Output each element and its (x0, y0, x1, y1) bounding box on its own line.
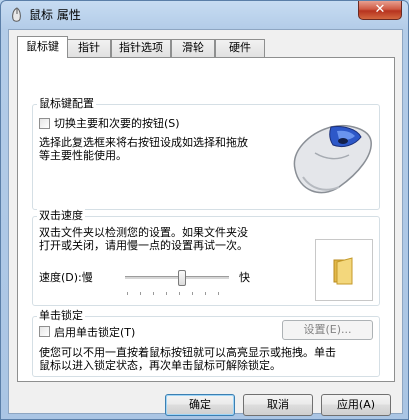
button-configuration-group: 鼠标键配置 切换主要和次要的按钮(S) 选择此复选框来将右按钮设成如选择和拖放 … (32, 97, 380, 210)
click-lock-description-line2: 鼠标以进入锁定状态，再次单击鼠标可解除锁定。 (39, 359, 281, 372)
switch-buttons-description-line2: 等主要性能使用。 (39, 149, 127, 162)
speed-slow-label: 速度(D):慢 (39, 271, 93, 284)
window-title: 鼠标 属性 (29, 8, 81, 22)
slider-tick (153, 292, 154, 295)
slider-tick (218, 292, 219, 295)
slider-tick (192, 292, 193, 295)
click-lock-group: 单击锁定 启用单击锁定(T) 设置(E)... 使您可以不用一直按着鼠标按钮就可… (32, 309, 380, 377)
switch-buttons-checkbox[interactable] (39, 118, 50, 129)
tab-label: 硬件 (229, 41, 251, 54)
speed-fast-label: 快 (239, 271, 250, 284)
tab-pointer-options[interactable]: 指针选项 (111, 39, 171, 57)
slider-tick (179, 292, 180, 295)
folder-icon (333, 257, 353, 285)
group-title: 双击速度 (37, 209, 85, 223)
button-label: 设置(E)... (303, 323, 352, 336)
title-bar[interactable]: 鼠标 属性 ✕ (1, 1, 408, 29)
group-title: 鼠标键配置 (37, 97, 96, 111)
double-click-test-area[interactable] (315, 239, 373, 301)
dialog-body: 鼠标键 指针 指针选项 滑轮 硬件 鼠标键配置 切换主要和次要的按钮(S) 选择… (8, 29, 403, 416)
tab-wheel[interactable]: 滑轮 (171, 39, 215, 57)
speed-slider-thumb[interactable] (178, 270, 187, 286)
slider-tick (140, 292, 141, 295)
click-lock-description-line1: 使您可以不用一直按着鼠标按钮就可以高亮显示或拖拽。单击 (39, 346, 336, 359)
mouse-properties-window: 鼠标 属性 ✕ 鼠标键 指针 指针选项 滑轮 硬件 鼠标键配置 切换主要和次要的… (0, 0, 409, 420)
close-button[interactable]: ✕ (358, 1, 402, 20)
switch-buttons-description-line1: 选择此复选框来将右按钮设成如选择和拖放 (39, 136, 248, 149)
button-label: 取消 (267, 398, 289, 411)
double-click-speed-group: 双击速度 双击文件夹以检测您的设置。如果文件夹没 打开或关闭，请用慢一点的设置再… (32, 209, 380, 306)
mouse-image (293, 125, 372, 194)
switch-buttons-label[interactable]: 切换主要和次要的按钮(S) (54, 117, 180, 130)
tab-buttons[interactable]: 鼠标键 (17, 36, 68, 58)
slider-tick (127, 292, 128, 295)
slider-tick (205, 292, 206, 295)
tab-panel-buttons: 鼠标键配置 切换主要和次要的按钮(S) 选择此复选框来将右按钮设成如选择和拖放 … (17, 57, 395, 382)
double-click-description-line2: 打开或关闭，请用慢一点的设置再试一次。 (39, 239, 248, 252)
close-icon: ✕ (374, 2, 386, 17)
mouse-icon (12, 7, 21, 22)
tab-label: 指针选项 (119, 41, 163, 54)
tab-hardware[interactable]: 硬件 (215, 39, 265, 57)
tab-pointers[interactable]: 指针 (67, 39, 111, 57)
click-lock-checkbox[interactable] (39, 326, 50, 337)
button-label: 确定 (189, 398, 211, 411)
slider-tick (166, 292, 167, 295)
click-lock-label[interactable]: 启用单击锁定(T) (54, 326, 135, 339)
double-click-description-line1: 双击文件夹以检测您的设置。如果文件夹没 (39, 226, 248, 239)
click-lock-settings-button[interactable]: 设置(E)... (282, 320, 373, 340)
speed-slider-track[interactable] (125, 276, 229, 280)
ok-button[interactable]: 确定 (165, 394, 235, 416)
tab-label: 指针 (78, 41, 100, 54)
cancel-button[interactable]: 取消 (243, 394, 313, 416)
apply-button[interactable]: 应用(A) (321, 394, 391, 416)
button-label: 应用(A) (336, 398, 376, 411)
tab-label: 滑轮 (182, 41, 204, 54)
tab-label: 鼠标键 (26, 40, 59, 53)
group-title: 单击锁定 (37, 309, 85, 323)
